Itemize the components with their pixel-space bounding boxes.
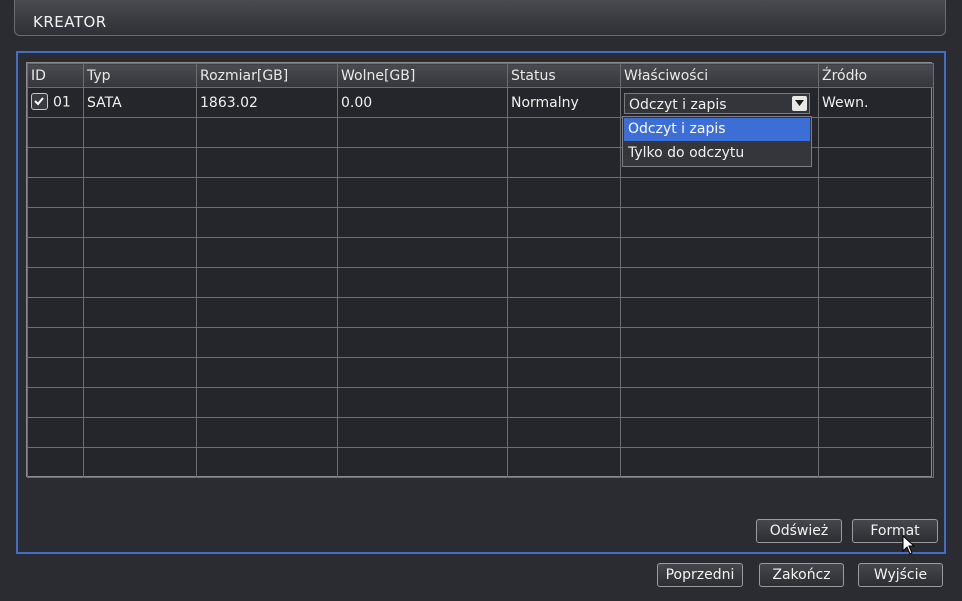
properties-select-value: Odczyt i zapis <box>629 97 727 113</box>
option-read-only[interactable]: Tylko do odczytu <box>624 142 810 165</box>
table-row <box>27 387 934 418</box>
disk-checkbox[interactable] <box>31 93 48 110</box>
table-row <box>27 417 934 448</box>
table-row <box>27 207 934 238</box>
title-bar: KREATOR <box>14 0 946 36</box>
table-header-row: ID Typ Rozmiar[GB] Wolne[GB] Status Właś… <box>27 63 934 88</box>
previous-button[interactable]: Poprzedni <box>657 563 743 587</box>
mouse-cursor-icon <box>902 535 916 555</box>
header-id: ID <box>27 63 84 88</box>
properties-select[interactable]: Odczyt i zapis <box>624 93 810 114</box>
table-row[interactable]: 01 SATA 1863.02 0.00 Normalny Odczyt i z… <box>27 87 934 118</box>
cell-id: 01 <box>27 87 84 118</box>
header-properties: Właściwości <box>620 63 819 88</box>
table-row <box>27 237 934 268</box>
cell-source: Wewn. <box>818 87 934 118</box>
format-button[interactable]: Format <box>852 519 938 543</box>
header-source: Źródło <box>818 63 934 88</box>
header-size: Rozmiar[GB] <box>196 63 338 88</box>
cell-status: Normalny <box>507 87 621 118</box>
dropdown-arrow-button[interactable] <box>792 96 807 111</box>
finish-button[interactable]: Zakończ <box>759 563 844 587</box>
chevron-down-icon <box>795 100 804 106</box>
table-row <box>27 297 934 328</box>
check-icon <box>34 97 44 106</box>
table-row <box>27 267 934 298</box>
exit-button[interactable]: Wyjście <box>858 563 943 587</box>
window-title: KREATOR <box>33 13 107 31</box>
disk-id: 01 <box>53 94 71 111</box>
table-row <box>27 327 934 358</box>
table-row <box>27 447 934 478</box>
header-free: Wolne[GB] <box>337 63 508 88</box>
cell-type: SATA <box>83 87 197 118</box>
cell-properties: Odczyt i zapis <box>620 87 819 118</box>
table-row <box>27 177 934 208</box>
header-type: Typ <box>83 63 197 88</box>
header-status: Status <box>507 63 621 88</box>
cell-size: 1863.02 <box>196 87 338 118</box>
properties-dropdown-list: Odczyt i zapis Tylko do odczytu <box>622 116 812 167</box>
option-read-write[interactable]: Odczyt i zapis <box>624 118 810 141</box>
table-row <box>27 357 934 388</box>
cell-free: 0.00 <box>337 87 508 118</box>
refresh-button[interactable]: Odśwież <box>756 519 842 543</box>
